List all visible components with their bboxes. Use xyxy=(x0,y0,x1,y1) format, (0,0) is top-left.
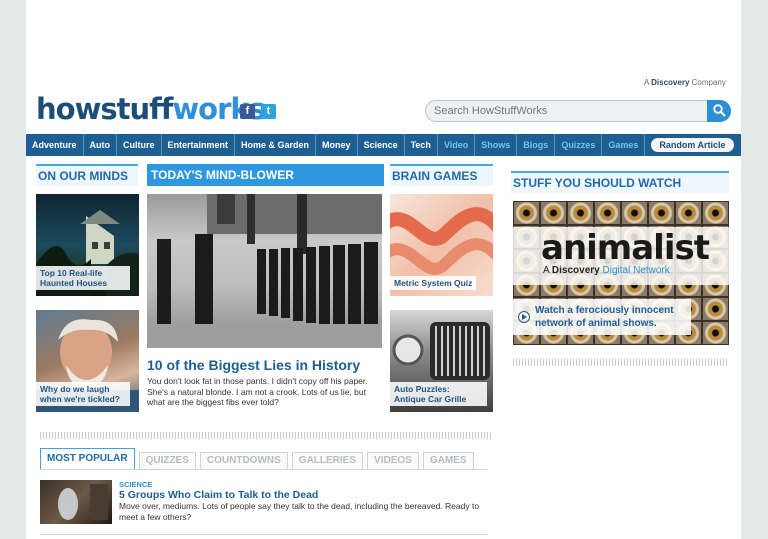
nav-culture[interactable]: Culture xyxy=(117,134,162,156)
thumb-caption: Metric System Quiz xyxy=(390,276,477,290)
article-category[interactable]: SCIENCE xyxy=(119,480,152,489)
discovery-company-tag[interactable]: A Discovery Company xyxy=(644,78,726,87)
nav-games[interactable]: Games xyxy=(602,134,646,156)
tab-most-popular[interactable]: MOST POPULAR xyxy=(40,448,135,470)
nav-video[interactable]: Video xyxy=(438,134,476,156)
animalist-sub-suffix: Digital Network xyxy=(602,265,670,276)
divider xyxy=(40,432,492,439)
ghost-image xyxy=(58,484,108,520)
nav-home-garden[interactable]: Home & Garden xyxy=(235,134,317,156)
tab-countdowns[interactable]: COUNTDOWNS xyxy=(199,452,288,470)
parade-photo xyxy=(147,194,382,348)
nav-money[interactable]: Money xyxy=(316,134,358,156)
tab-games[interactable]: GAMES xyxy=(422,452,474,470)
tab-videos[interactable]: VIDEOS xyxy=(367,452,419,470)
thumb-caption: Auto Puzzles: Antique Car Grille xyxy=(390,382,487,406)
twitter-icon[interactable]: t xyxy=(261,104,276,119)
nav-shows[interactable]: Shows xyxy=(475,134,518,156)
nav-adventure[interactable]: Adventure xyxy=(26,134,84,156)
mind-blower-heading: TODAY'S MIND-BLOWER xyxy=(147,164,384,186)
logo-text-part1: howstuff xyxy=(36,92,173,126)
search-icon xyxy=(713,104,726,117)
thumb-caption: Top 10 Real-life Haunted Houses xyxy=(36,266,130,290)
logo-text: howstuffworks xyxy=(36,92,266,126)
howstuffworks-logo[interactable]: howstuffworks xyxy=(36,88,266,126)
search-input[interactable] xyxy=(434,103,704,119)
talk-to-dead-thumb[interactable] xyxy=(40,480,112,524)
biggest-lies-image[interactable] xyxy=(147,194,382,348)
nav-tech[interactable]: Tech xyxy=(405,134,438,156)
divider xyxy=(40,534,487,535)
nav-entertainment[interactable]: Entertainment xyxy=(162,134,236,156)
on-our-minds-heading: ON OUR MINDS xyxy=(36,164,138,186)
animalist-cta[interactable]: Watch a ferociously innocent network of … xyxy=(513,299,691,335)
metric-quiz-thumb[interactable]: Metric System Quiz xyxy=(390,194,493,296)
discovery-tag-brand: Discovery xyxy=(651,78,690,87)
animalist-sub-prefix: A xyxy=(543,265,550,276)
animalist-cta-text: Watch a ferociously innocent network of … xyxy=(535,305,674,329)
article-description: Move over, mediums. Lots of people say t… xyxy=(119,501,480,522)
nav-blogs[interactable]: Blogs xyxy=(517,134,556,156)
tabs-underline xyxy=(40,469,487,470)
nav-quizzes[interactable]: Quizzes xyxy=(555,134,603,156)
animalist-logo-text: animalist xyxy=(541,228,710,268)
discovery-tag-prefix: A xyxy=(644,78,649,87)
haunted-houses-thumb[interactable]: Top 10 Real-life Haunted Houses xyxy=(36,194,139,296)
brain-games-heading: BRAIN GAMES xyxy=(390,164,493,186)
animalist-subtitle: A Discovery Digital Network xyxy=(543,265,670,276)
page: A Discovery Company howstuffworks f t Ad… xyxy=(26,0,741,539)
thumb-caption: Why do we laugh when we're tickled? xyxy=(36,382,130,406)
search-button[interactable] xyxy=(707,100,731,122)
facebook-icon[interactable]: f xyxy=(240,104,255,119)
nav-science[interactable]: Science xyxy=(358,134,405,156)
stuff-you-should-watch-heading: STUFF YOU SHOULD WATCH xyxy=(511,171,729,193)
random-article-button[interactable]: Random Article xyxy=(651,138,734,152)
tickled-thumb[interactable]: Why do we laugh when we're tickled? xyxy=(36,310,139,412)
mind-blower-description: You don't look fat in those pants. I did… xyxy=(147,376,368,407)
divider xyxy=(513,359,729,366)
mind-blower-title-link[interactable]: 10 of the Biggest Lies in History xyxy=(147,357,360,373)
animalist-sub-brand: Discovery xyxy=(551,265,600,276)
article-title-link[interactable]: 5 Groups Who Claim to Talk to the Dead xyxy=(119,489,318,501)
animalist-promo[interactable]: animalist A Discovery Digital Network Wa… xyxy=(513,201,729,345)
play-icon xyxy=(518,311,530,323)
search-bar xyxy=(425,100,731,122)
tab-quizzes[interactable]: QUIZZES xyxy=(138,452,196,470)
antique-car-thumb[interactable]: Auto Puzzles: Antique Car Grille xyxy=(390,310,493,412)
content-tabs: MOST POPULAR QUIZZES COUNTDOWNS GALLERIE… xyxy=(40,448,478,470)
tab-galleries[interactable]: GALLERIES xyxy=(291,452,364,470)
main-nav: Adventure Auto Culture Entertainment Hom… xyxy=(26,134,741,156)
nav-auto[interactable]: Auto xyxy=(84,134,118,156)
discovery-tag-suffix: Company xyxy=(691,78,726,87)
